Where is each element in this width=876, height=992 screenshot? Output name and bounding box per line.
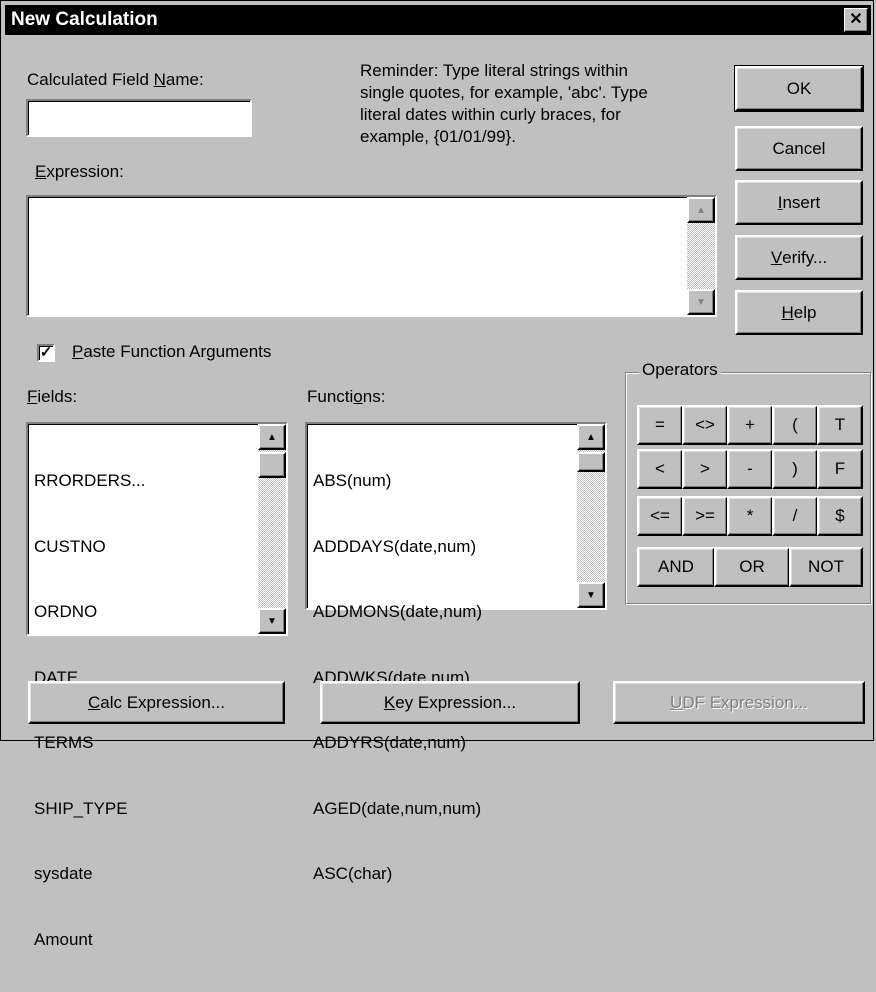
list-item[interactable]: ASC(char) (313, 861, 575, 887)
operator-dollar-button[interactable]: $ (817, 496, 863, 536)
operators-title: Operators (639, 360, 721, 380)
verify-button[interactable]: Verify... (735, 235, 863, 280)
operator-and-button[interactable]: AND (637, 547, 715, 587)
list-item[interactable]: ABS(num) (313, 468, 575, 494)
title-bar: New Calculation ✕ (5, 5, 871, 35)
operator-greater-than-button[interactable]: > (682, 449, 728, 489)
list-item[interactable]: Amount (34, 927, 256, 953)
functions-listbox[interactable]: ABS(num) ADDDAYS(date,num) ADDMONS(date,… (305, 422, 607, 883)
help-button[interactable]: Help (735, 290, 863, 335)
operator-minus-button[interactable]: - (727, 449, 773, 489)
field-name-label: Calculated Field Name: (27, 70, 204, 89)
scroll-up-icon[interactable]: ▲ (577, 424, 605, 450)
window-title: New Calculation (11, 9, 158, 30)
field-name-input[interactable] (26, 99, 252, 137)
list-item[interactable]: AGED(date,num,num) (313, 796, 575, 822)
scroll-thumb[interactable] (258, 452, 286, 478)
udf-expression-button: U DF Expression... (613, 681, 865, 724)
scroll-down-icon[interactable]: ▼ (258, 608, 286, 634)
list-item[interactable]: ADDMONS(date,num) (313, 599, 575, 625)
list-item[interactable]: CUSTNO (34, 534, 256, 560)
ok-button[interactable]: OK (734, 65, 864, 112)
fields-listbox[interactable]: RRORDERS... CUSTNO ORDNO DATE TERMS SHIP… (26, 422, 288, 949)
expression-label: Expression: (35, 162, 124, 181)
operator-less-equal-button[interactable]: <= (637, 496, 683, 536)
close-icon[interactable]: ✕ (844, 8, 868, 32)
operator-not-button[interactable]: NOT (789, 547, 863, 587)
operator-greater-equal-button[interactable]: >= (682, 496, 728, 536)
operator-false-button[interactable]: F (817, 449, 863, 489)
paste-arguments-checkbox[interactable]: ✓ (37, 344, 55, 362)
scroll-thumb[interactable] (577, 452, 605, 472)
list-item[interactable]: ADDDAYS(date,num) (313, 534, 575, 560)
fields-scrollbar[interactable]: ▲ ▼ (258, 424, 286, 634)
list-item[interactable]: RRORDERS... (34, 468, 256, 494)
list-item[interactable]: SHIP_TYPE (34, 796, 256, 822)
operator-close-paren-button[interactable]: ) (772, 449, 818, 489)
functions-list: ABS(num) ADDDAYS(date,num) ADDMONS(date,… (313, 428, 575, 927)
cancel-button[interactable]: Cancel (735, 126, 863, 171)
insert-button[interactable]: Insert (735, 180, 863, 225)
operator-equals-button[interactable]: = (637, 405, 683, 445)
fields-label: Fields: (27, 387, 78, 406)
scroll-down-icon[interactable]: ▼ (577, 582, 605, 608)
operator-divide-button[interactable]: / (772, 496, 818, 536)
new-calculation-dialog: New Calculation ✕ Calculated Field Name:… (0, 0, 874, 949)
expression-textarea[interactable]: ▲ ▼ (26, 195, 717, 317)
operator-true-button[interactable]: T (817, 405, 863, 445)
scroll-up-icon[interactable]: ▲ (687, 197, 715, 223)
expression-scrollbar[interactable]: ▲ ▼ (687, 197, 715, 315)
reminder-text: Reminder: Type literal strings within si… (360, 61, 648, 146)
functions-label: Functions: (307, 387, 386, 406)
operator-open-paren-button[interactable]: ( (772, 405, 818, 445)
list-item[interactable]: ORDNO (34, 599, 256, 625)
key-expression-button[interactable]: Key Expression... (320, 681, 580, 724)
operator-less-than-button[interactable]: < (637, 449, 683, 489)
operator-plus-button[interactable]: + (727, 405, 773, 445)
calc-expression-button[interactable]: Calc Expression... (28, 681, 285, 724)
operator-not-equal-button[interactable]: <> (682, 405, 728, 445)
paste-arguments-label[interactable]: Paste Function Arguments (72, 342, 271, 362)
scroll-down-icon[interactable]: ▼ (687, 289, 715, 315)
operator-multiply-button[interactable]: * (727, 496, 773, 536)
functions-scrollbar[interactable]: ▲ ▼ (577, 424, 605, 608)
operator-or-button[interactable]: OR (714, 547, 790, 587)
scroll-up-icon[interactable]: ▲ (258, 424, 286, 450)
list-item[interactable]: sysdate (34, 861, 256, 887)
